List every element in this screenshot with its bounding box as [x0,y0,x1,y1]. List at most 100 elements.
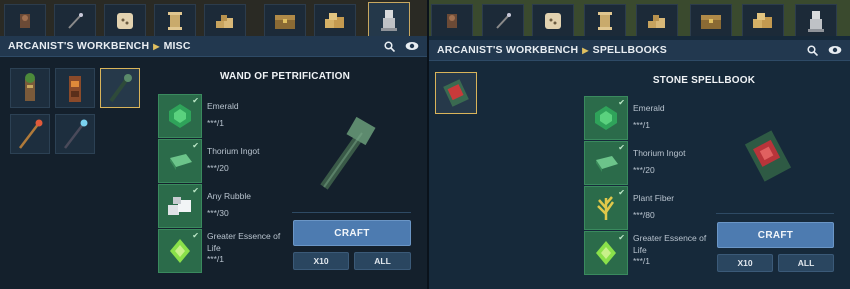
category-tab-5[interactable] [636,4,678,36]
ingredient-amount: ***/30 [207,208,229,218]
recipe-title: WAND OF PETRIFICATION [219,71,351,82]
ingredient-amount: ***/1 [633,256,651,266]
category-tab-1[interactable] [4,4,46,36]
essence-icon [596,241,616,265]
category-tab-4[interactable] [154,4,196,36]
pillar-icon [598,11,612,30]
statue-icon [381,9,397,31]
lantern-icon [69,76,81,102]
staff-icon [19,119,43,149]
item-slot-lantern[interactable] [55,68,95,108]
ingot-icon [596,156,618,172]
category-tab-5[interactable] [204,4,246,36]
category-tab-1[interactable] [431,4,473,36]
category-tab-7[interactable] [314,4,356,36]
check-icon: ✔ [618,233,625,242]
category-tab-7[interactable] [742,4,784,36]
ingredient-slot[interactable]: ✔ [158,139,202,183]
item-slot-wand-of-petrification[interactable] [100,68,140,108]
ingredient-amount: ***/1 [207,118,225,128]
ingredient-name: Emerald [207,101,239,111]
category-tab-3[interactable] [104,4,146,36]
category-tab-misc[interactable] [368,2,410,36]
item-slot-frost-staff[interactable] [55,114,95,154]
ingredient-amount: ***/20 [633,165,655,175]
left-crafting-panel: ARCANIST'S WORKBENCH ▶ MISC WAND OF PETR… [0,0,427,289]
item-slot-stone-spellbook[interactable] [435,72,477,114]
ingredient-name: Greater Essence of Life [207,231,281,253]
craft-all-button[interactable]: ALL [778,254,834,272]
eye-icon[interactable] [828,45,842,55]
ingredient-name: Thorium Ingot [633,148,686,158]
category-tab-3[interactable] [532,4,574,36]
divider [292,212,411,213]
craft-button[interactable]: CRAFT [293,220,411,246]
search-icon[interactable] [384,40,395,52]
workbench-title: ARCANIST'S WORKBENCH [437,44,579,56]
workbench-title: ARCANIST'S WORKBENCH [8,40,150,52]
craft-button[interactable]: CRAFT [717,222,834,248]
category-tab-8[interactable] [795,4,837,36]
statue-icon [808,10,824,32]
ingredient-slot[interactable]: ✔ [584,231,628,275]
ingredient-name: Thorium Ingot [207,146,260,156]
category-tab-6[interactable] [690,4,732,36]
craft-all-button[interactable]: ALL [354,252,411,270]
ingredient-name: Greater Essence of Life [633,233,707,255]
check-icon: ✔ [192,96,199,105]
check-icon: ✔ [192,231,199,240]
ingredient-slot[interactable]: ✔ [584,186,628,230]
rubble-icon [168,197,191,215]
essence-icon [170,239,190,263]
item-slot-totem[interactable] [10,68,50,108]
spellbook-preview-image [744,130,792,182]
breadcrumb: ARCANIST'S WORKBENCH ▶ MISC [8,40,191,52]
item-slot-fire-staff[interactable] [10,114,50,154]
category-title[interactable]: MISC [164,40,191,52]
breadcrumb-arrow-icon: ▶ [582,45,589,55]
recipe-title: STONE SPELLBOOK [652,75,756,86]
ingredient-slot[interactable]: ✔ [584,141,628,185]
ingredient-amount: ***/1 [207,254,225,264]
divider [716,213,834,214]
fiber-icon [597,196,615,220]
creature-icon [447,13,457,28]
category-tab-2[interactable] [482,4,524,36]
ingredient-amount: ***/80 [633,210,655,220]
category-tab-4[interactable] [584,4,626,36]
frost-staff-icon [64,119,88,149]
block-icon [117,12,133,29]
spellbook-icon [443,79,469,107]
ingot-icon [170,154,192,170]
chest-icon [701,14,721,29]
check-icon: ✔ [192,141,199,150]
rubble-pile-icon [648,14,665,28]
right-crafting-panel: ARCANIST'S WORKBENCH ▶ SPELLBOOKS STONE … [429,0,850,289]
ingredient-slot[interactable]: ✔ [158,184,202,228]
ingredient-slot[interactable]: ✔ [158,94,202,138]
ingredient-slot[interactable]: ✔ [158,229,202,273]
check-icon: ✔ [192,186,199,195]
craft-x10-button[interactable]: X10 [717,254,773,272]
ingredient-amount: ***/20 [207,163,229,173]
ingredient-name: Emerald [633,103,665,113]
search-icon[interactable] [807,44,818,56]
rubble-pile-icon [216,14,233,28]
category-tab-2[interactable] [54,4,96,36]
check-icon: ✔ [618,143,625,152]
category-title[interactable]: SPELLBOOKS [593,44,667,56]
totem-icon [25,73,35,101]
wand-small-icon [68,12,83,29]
blocks-icon [325,12,344,28]
craft-x10-button[interactable]: X10 [293,252,349,270]
eye-icon[interactable] [405,41,419,51]
category-tab-6[interactable] [264,4,306,36]
check-icon: ✔ [618,98,625,107]
emerald-icon [595,106,617,130]
panel-header: ARCANIST'S WORKBENCH ▶ SPELLBOOKS [429,40,850,61]
ingredient-slot[interactable]: ✔ [584,96,628,140]
ingredient-name: Plant Fiber [633,193,675,203]
ingredient-name: Any Rubble [207,191,251,201]
pillar-icon [168,11,182,30]
ingredient-amount: ***/1 [633,120,651,130]
